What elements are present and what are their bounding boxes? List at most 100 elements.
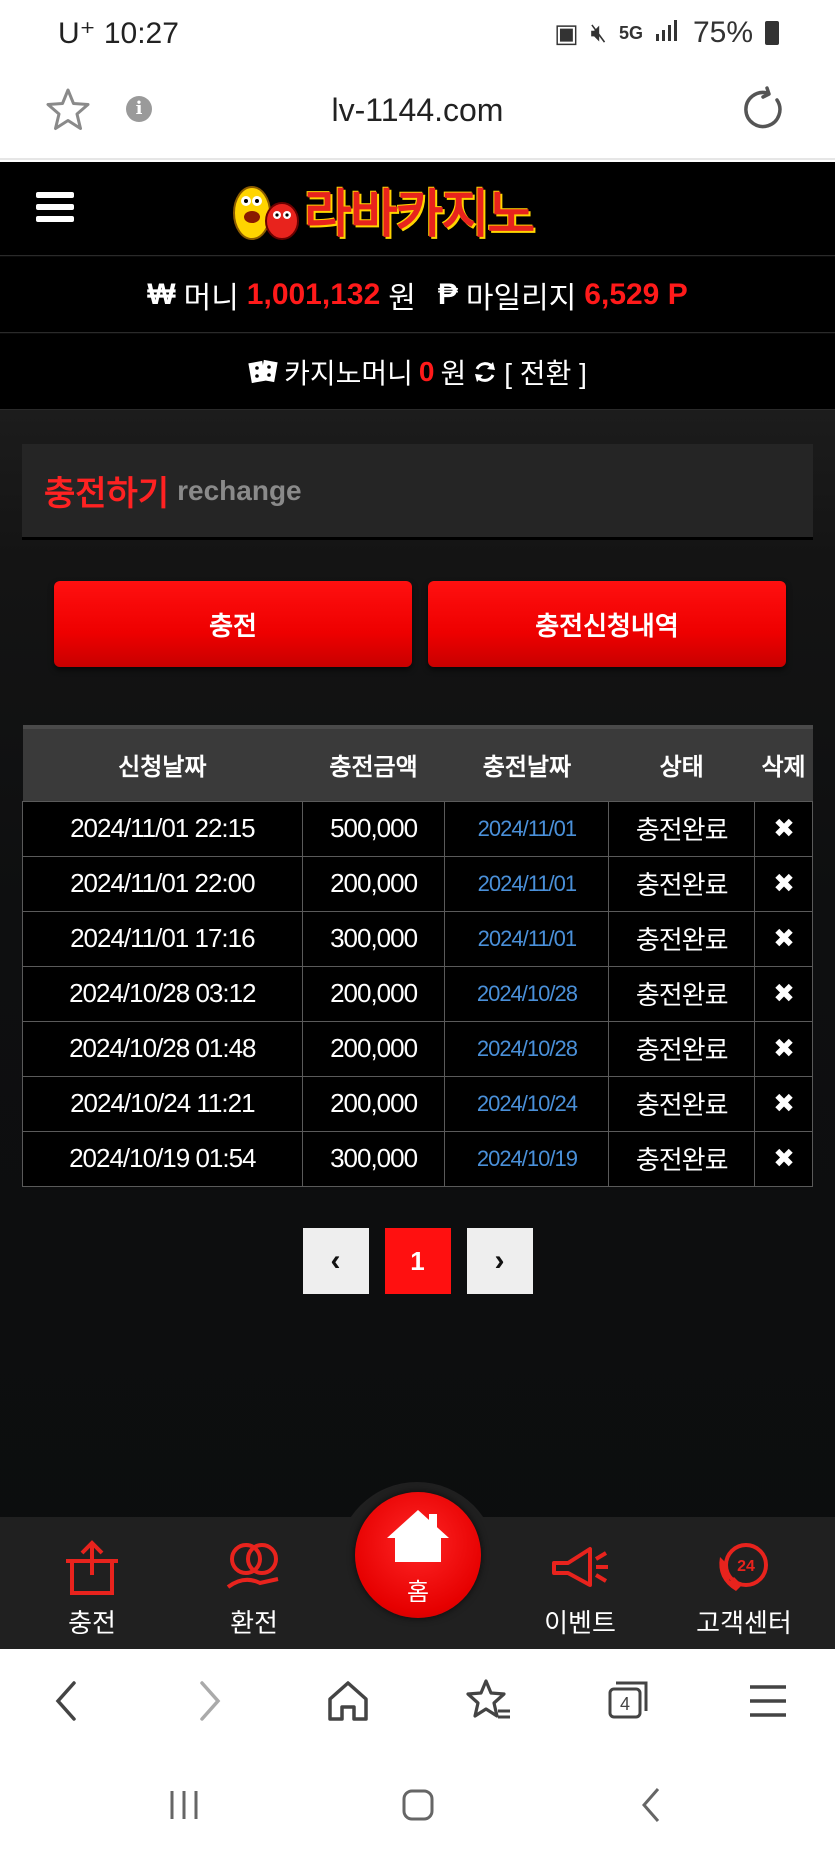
larva-mascot-icon xyxy=(233,186,299,240)
nav-home-button[interactable]: 홈 xyxy=(355,1492,481,1618)
request-date-cell: 2024/11/01 22:00 xyxy=(22,855,303,912)
panel-title-korean: 충전하기 xyxy=(44,475,170,513)
request-date-cell: 2024/10/24 11:21 xyxy=(22,1075,303,1132)
delete-icon[interactable]: ✖ xyxy=(754,800,813,857)
dice-icon xyxy=(248,359,278,383)
status-icons: ▣ 🔇︎ 5G 75% xyxy=(554,16,779,50)
amount-cell: 200,000 xyxy=(301,1020,446,1077)
browser-toolbar: 4 xyxy=(0,1649,835,1751)
money-value: 1,001,132 xyxy=(246,277,381,311)
nav-exchange[interactable]: 환전 xyxy=(184,1517,324,1649)
casino-money-bar: 카지노머니 0 원 [ 전환 ] xyxy=(0,334,835,410)
system-home-icon[interactable] xyxy=(396,1783,440,1827)
charge-button[interactable]: 충전 xyxy=(54,581,412,667)
status-cell: 충전완료 xyxy=(608,855,756,912)
status-cell: 충전완료 xyxy=(608,1130,756,1187)
site-page: 라바카지노 ₩ 머니 1,001,132 원 ₱ 마일리지 6,529 P 카지… xyxy=(0,162,835,1649)
charge-date-cell: 2024/11/01 xyxy=(444,910,610,967)
support-badge-text: 24 xyxy=(737,1558,755,1575)
signal-icon xyxy=(655,18,681,49)
back-arrow-icon[interactable] xyxy=(40,1673,96,1729)
mute-icon: 🔇︎ xyxy=(590,17,607,47)
site-logo[interactable]: 라바카지노 xyxy=(226,174,535,245)
house-icon xyxy=(387,1510,449,1562)
browser-url-bar: i lv-1144.com xyxy=(0,72,835,160)
charge-history-table: 신청날짜 충전금액 충전날짜 상태 삭제 2024/11/01 22:15 50… xyxy=(22,725,813,1187)
tabs-count: 4 xyxy=(620,1694,630,1714)
request-date-cell: 2024/11/01 17:16 xyxy=(22,910,303,967)
column-charge-date: 충전날짜 xyxy=(444,725,609,801)
nav-exchange-label: 환전 xyxy=(230,1608,278,1638)
table-row: 2024/11/01 22:15 500,000 2024/11/01 충전완료… xyxy=(22,800,813,857)
table-row: 2024/11/01 22:00 200,000 2024/11/01 충전완료… xyxy=(22,855,813,912)
prev-page-button[interactable]: ‹ xyxy=(302,1228,369,1294)
table-row: 2024/10/19 01:54 300,000 2024/10/19 충전완료… xyxy=(22,1130,813,1187)
delete-icon[interactable]: ✖ xyxy=(754,1130,813,1187)
charge-history-button[interactable]: 충전신청내역 xyxy=(428,581,786,667)
charge-date-cell: 2024/10/28 xyxy=(444,965,610,1022)
amount-cell: 500,000 xyxy=(301,800,446,857)
convert-button[interactable]: [ 전환 ] xyxy=(504,352,587,392)
nav-event-label: 이벤트 xyxy=(544,1608,616,1638)
charge-date-cell: 2024/11/01 xyxy=(444,855,610,912)
status-cell: 충전완료 xyxy=(608,1020,756,1077)
delete-icon[interactable]: ✖ xyxy=(754,965,813,1022)
tabs-icon[interactable]: 4 xyxy=(600,1673,656,1729)
amount-cell: 200,000 xyxy=(301,965,446,1022)
nav-charge[interactable]: 충전 xyxy=(22,1517,162,1649)
delete-icon[interactable]: ✖ xyxy=(754,1075,813,1132)
request-date-cell: 2024/10/28 03:12 xyxy=(22,965,303,1022)
next-page-button[interactable]: › xyxy=(466,1228,533,1294)
amount-cell: 200,000 xyxy=(301,855,446,912)
status-cell: 충전완료 xyxy=(608,965,756,1022)
casino-money-label: 카지노머니 xyxy=(284,357,413,389)
browser-home-icon[interactable] xyxy=(320,1673,376,1729)
pagination: ‹ 1 › xyxy=(0,1228,835,1294)
status-time: U⁺ 10:27 xyxy=(58,17,179,50)
amount-cell: 200,000 xyxy=(301,1075,446,1132)
recent-apps-icon[interactable] xyxy=(162,1783,206,1827)
site-header: 라바카지노 xyxy=(0,162,835,256)
status-bar: U⁺ 10:27 ▣ 🔇︎ 5G 75% xyxy=(0,0,835,72)
page-1-button[interactable]: 1 xyxy=(384,1228,451,1294)
charge-date-cell: 2024/10/19 xyxy=(444,1130,610,1187)
delete-icon[interactable]: ✖ xyxy=(754,1020,813,1077)
refresh-icon[interactable] xyxy=(472,359,498,385)
menu-lines-icon[interactable] xyxy=(740,1673,796,1729)
megaphone-icon xyxy=(552,1547,608,1587)
column-request-date: 신청날짜 xyxy=(22,725,303,801)
nav-support[interactable]: 24 고객센터 xyxy=(674,1517,814,1649)
forward-arrow-icon[interactable] xyxy=(180,1673,236,1729)
nav-event[interactable]: 이벤트 xyxy=(510,1517,650,1649)
battery-icon xyxy=(765,21,779,45)
mileage-icon: ₱ xyxy=(437,277,458,311)
charge-box-icon xyxy=(66,1540,118,1595)
reload-icon[interactable] xyxy=(739,86,787,134)
nav-home-label: 홈 xyxy=(406,1579,430,1606)
request-date-cell: 2024/10/19 01:54 xyxy=(22,1130,303,1187)
menu-icon[interactable] xyxy=(36,192,74,224)
bookmarks-star-icon[interactable] xyxy=(460,1673,516,1729)
panel-title-english: rechange xyxy=(177,474,302,506)
url-text[interactable]: lv-1144.com xyxy=(0,92,835,129)
system-nav-bar xyxy=(0,1751,835,1856)
delete-icon[interactable]: ✖ xyxy=(754,855,813,912)
system-back-icon[interactable] xyxy=(630,1783,674,1827)
mileage-value: 6,529 P xyxy=(584,277,688,311)
casino-money-value: 0 xyxy=(418,355,435,387)
coins-hand-icon xyxy=(226,1543,279,1589)
money-unit: 원 xyxy=(388,281,416,315)
request-date-cell: 2024/10/28 01:48 xyxy=(22,1020,303,1077)
column-amount: 충전금액 xyxy=(302,725,445,801)
charge-date-cell: 2024/11/01 xyxy=(444,800,610,857)
status-cell: 충전완료 xyxy=(608,800,756,857)
table-row: 2024/10/28 01:48 200,000 2024/10/28 충전완료… xyxy=(22,1020,813,1077)
table-row: 2024/10/24 11:21 200,000 2024/10/24 충전완료… xyxy=(22,1075,813,1132)
mileage-label: 마일리지 xyxy=(465,281,577,315)
nav-support-label: 고객센터 xyxy=(696,1608,792,1638)
support-24-icon: 24 xyxy=(719,1543,768,1591)
table-row: 2024/11/01 17:16 300,000 2024/11/01 충전완료… xyxy=(22,910,813,967)
delete-icon[interactable]: ✖ xyxy=(754,910,813,967)
network-type-icon: 5G xyxy=(618,22,643,43)
money-label: 머니 xyxy=(183,281,239,315)
